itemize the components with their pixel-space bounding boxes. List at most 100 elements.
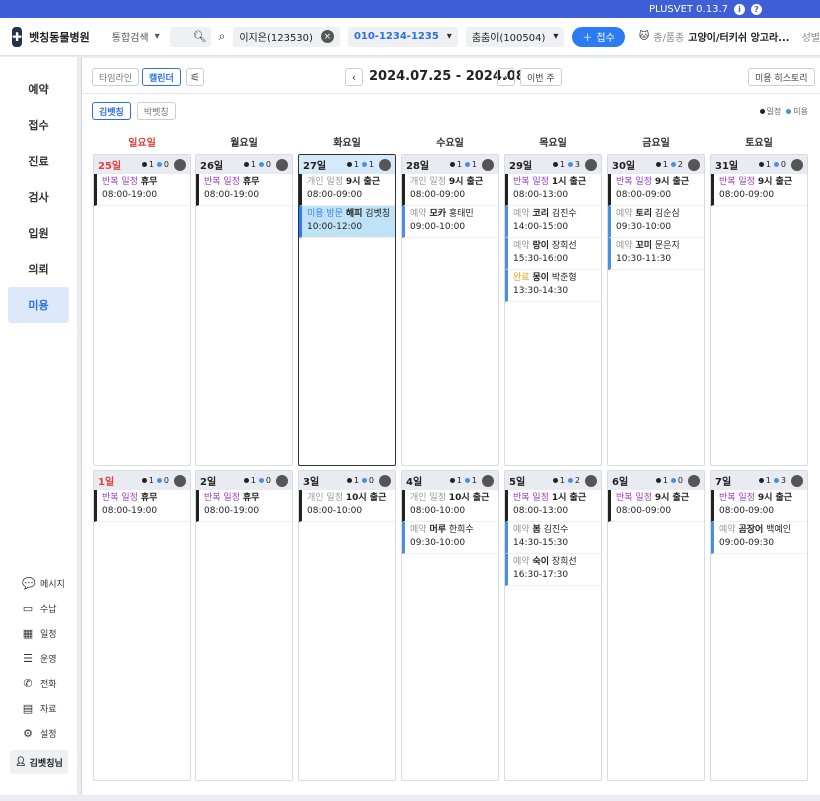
- add-event-icon[interactable]: [482, 158, 494, 171]
- calendar-event[interactable]: 개인 일정 10시 출근 08:00-10:00: [299, 490, 395, 522]
- day-cell[interactable]: 4일 1 1 개인 일정 10시 출근 08:00-10:00 예약 머루 한희수 09:3…: [401, 470, 499, 781]
- sidebar-item-reservation[interactable]: 예약: [8, 71, 69, 107]
- clear-icon[interactable]: ×: [320, 30, 334, 43]
- owner-chip[interactable]: 이지은(123530) ×: [233, 26, 340, 47]
- day-cell[interactable]: 28일 1 1 개인 일정 9시 출근 08:00-09:00 예약 모카 홍태민 09:0…: [401, 154, 499, 466]
- event-owner: 김진수: [543, 525, 569, 535]
- day-cell[interactable]: 3일 1 0 개인 일정 10시 출근 08:00-10:00: [298, 470, 396, 781]
- prev-week-button[interactable]: ‹: [345, 68, 363, 86]
- calendar-event[interactable]: 반복 일정 휴무 08:00-19:00: [94, 490, 190, 522]
- calendar-event[interactable]: 예약 모카 홍태민 09:00-10:00: [402, 206, 498, 238]
- calendar-event[interactable]: 예약 토리 김순심 09:30-10:00: [608, 206, 704, 238]
- calendar-event[interactable]: 예약 곰장어 백예인 09:00-09:30: [711, 522, 807, 554]
- add-event-icon[interactable]: [482, 474, 494, 487]
- calendar-event[interactable]: 반복 일정 9시 출근 08:00-09:00: [608, 490, 704, 522]
- add-event-icon[interactable]: [379, 158, 391, 171]
- calendar-event[interactable]: 예약 머루 한희수 09:30-10:00: [402, 522, 498, 554]
- day-cell[interactable]: 7일 1 3 반복 일정 9시 출근 08:00-09:00 예약 곰장어 백예인 09:0…: [710, 470, 808, 781]
- day-cell[interactable]: 30일 1 2 반복 일정 9시 출근 08:00-09:00 예약 토리 김순심 09:3…: [607, 154, 705, 466]
- search-type-select[interactable]: 통합검색 ▾: [112, 27, 160, 47]
- sidebar-item-referral[interactable]: 의뢰: [8, 251, 69, 287]
- cat-icon: 🐱︎: [638, 31, 650, 42]
- calendar-event[interactable]: 반복 일정 9시 출근 08:00-09:00: [608, 174, 704, 206]
- grooming-count: 0: [773, 160, 786, 169]
- register-button[interactable]: ＋ 접수: [572, 26, 625, 47]
- add-event-icon[interactable]: [791, 158, 803, 171]
- tab-calendar[interactable]: 캘린더: [142, 68, 181, 86]
- calendar-event[interactable]: 예약 코리 김진수 14:00-15:00: [505, 206, 601, 238]
- calendar-event[interactable]: 예약 숙이 장희선 16:30-17:30: [505, 554, 601, 586]
- tab-timeline[interactable]: 타임라인: [92, 68, 140, 86]
- grooming-history-button[interactable]: 미용 히스토리: [748, 68, 815, 86]
- add-event-icon[interactable]: [276, 158, 288, 171]
- day-cell[interactable]: 27일 1 1 개인 일정 9시 출근 08:00-09:00 미용 방문 해피 김벳칭 1…: [298, 154, 396, 466]
- sidebar-bottom-item[interactable]: 💬 메시지: [0, 571, 77, 596]
- calendar-event[interactable]: 개인 일정 9시 출근 08:00-09:00: [299, 174, 395, 206]
- calendar-event[interactable]: 개인 일정 9시 출근 08:00-09:00: [402, 174, 498, 206]
- sidebar-item-grooming[interactable]: 미용: [8, 287, 69, 323]
- staff-tab-park[interactable]: 박벳칭: [136, 102, 176, 120]
- weekday-header: 화요일: [333, 138, 361, 149]
- sidebar-bottom-item[interactable]: ✆ 전화: [0, 671, 77, 696]
- filter-icon[interactable]: ⚟: [186, 68, 204, 86]
- sidebar-bottom-label: 전화: [40, 680, 57, 690]
- day-cell[interactable]: 26일 1 0 반복 일정 휴무 08:00-19:00: [195, 154, 293, 466]
- calendar-event[interactable]: 반복 일정 9시 출근 08:00-09:00: [711, 174, 807, 206]
- phone-select[interactable]: 010-1234-1235 ▾: [347, 26, 458, 47]
- day-cell-header: 31일 1 0: [711, 155, 807, 174]
- schedule-count-value: 1: [148, 476, 154, 485]
- sidebar-item-test[interactable]: 검사: [8, 179, 69, 215]
- sidebar-bottom-item[interactable]: ⚙ 설정: [0, 721, 77, 746]
- detail-search-icon[interactable]: ⌕: [219, 29, 226, 44]
- calendar-event[interactable]: 반복 일정 1시 출근 08:00-13:00: [505, 174, 601, 206]
- search-input[interactable]: 🔍︎: [169, 26, 211, 47]
- event-tag: 예약: [513, 241, 530, 251]
- add-event-icon[interactable]: [379, 474, 391, 487]
- day-cell[interactable]: 5일 1 2 반복 일정 1시 출근 08:00-13:00 예약 봄 김진수 14:30-…: [504, 470, 602, 781]
- calendar-event[interactable]: 개인 일정 10시 출근 08:00-10:00: [402, 490, 498, 522]
- add-event-icon[interactable]: [791, 474, 803, 487]
- day-cell[interactable]: 1일 1 0 반복 일정 휴무 08:00-19:00: [93, 470, 191, 781]
- help-icon[interactable]: ?: [751, 3, 762, 15]
- add-event-icon[interactable]: [174, 474, 186, 487]
- day-cell[interactable]: 31일 1 0 반복 일정 9시 출근 08:00-09:00: [710, 154, 808, 466]
- staff-tab-kim[interactable]: 김벳칭: [92, 102, 131, 120]
- this-week-button[interactable]: 이번 주: [520, 68, 562, 86]
- calendar-event[interactable]: 반복 일정 휴무 08:00-19:00: [196, 174, 292, 206]
- calendar-event[interactable]: 미용 방문 해피 김벳칭 10:00-12:00: [299, 206, 395, 238]
- sidebar-item-treatment[interactable]: 진료: [8, 143, 69, 179]
- add-event-icon[interactable]: [585, 158, 597, 171]
- calendar-event[interactable]: 반복 일정 1시 출근 08:00-13:00: [505, 490, 601, 522]
- search-icon[interactable]: 🔍︎: [193, 30, 207, 43]
- calendar-event[interactable]: 완료 몽이 박준형 13:30-14:30: [505, 270, 601, 302]
- sidebar-bottom-item[interactable]: ▦ 일정: [0, 621, 77, 646]
- calendar-event[interactable]: 예약 꼬미 문은지 10:30-11:30: [608, 238, 704, 270]
- schedule-count: 1: [449, 160, 462, 169]
- add-event-icon[interactable]: [276, 474, 288, 487]
- calendar-event[interactable]: 반복 일정 휴무 08:00-19:00: [196, 490, 292, 522]
- add-event-icon[interactable]: [174, 158, 186, 171]
- info-icon[interactable]: i: [734, 3, 745, 15]
- add-event-icon[interactable]: [585, 474, 597, 487]
- sidebar-item-hospitalization[interactable]: 입원: [8, 215, 69, 251]
- sidebar-bottom-item[interactable]: ▤ 자료: [0, 696, 77, 721]
- add-event-icon[interactable]: [688, 474, 700, 487]
- day-cell[interactable]: 25일 1 0 반복 일정 휴무 08:00-19:00: [93, 154, 191, 466]
- schedule-count: 1: [552, 160, 565, 169]
- day-cell[interactable]: 29일 1 3 반복 일정 1시 출근 08:00-13:00 예약 코리 김진수 14:0…: [504, 154, 602, 466]
- pet-select[interactable]: 춤춤이(100504) ▾: [465, 26, 565, 47]
- calendar-event[interactable]: 반복 일정 9시 출근 08:00-09:00: [711, 490, 807, 522]
- calendar-event[interactable]: 반복 일정 휴무 08:00-19:00: [94, 174, 190, 206]
- dot-icon: [141, 478, 147, 483]
- user-button[interactable]: 👤︎ 김벳칭님: [10, 750, 68, 774]
- day-cell[interactable]: 2일 1 0 반복 일정 휴무 08:00-19:00: [195, 470, 293, 781]
- sidebar-bottom-label: 메시지: [40, 580, 65, 590]
- sidebar-bottom-item[interactable]: ☰ 운영: [0, 646, 77, 671]
- add-event-icon[interactable]: [688, 158, 700, 171]
- calendar-event[interactable]: 예약 랑이 장희선 15:30-16:00: [505, 238, 601, 270]
- day-cell[interactable]: 6일 1 0 반복 일정 9시 출근 08:00-09:00: [607, 470, 705, 781]
- sidebar-bottom-item[interactable]: ▭ 수납: [0, 596, 77, 621]
- sidebar-item-reception[interactable]: 접수: [8, 107, 69, 143]
- calendar-event[interactable]: 예약 봄 김진수 14:30-15:30: [505, 522, 601, 554]
- next-week-button[interactable]: ›: [497, 68, 515, 86]
